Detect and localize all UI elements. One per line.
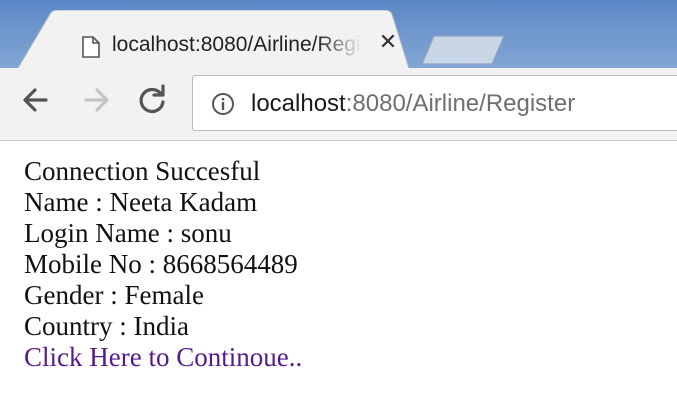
address-bar[interactable]: localhost:8080/Airline/Register [192, 75, 677, 131]
url-path: :8080/Airline/Register [345, 90, 576, 117]
country-line: Country : India [24, 311, 189, 341]
arrow-left-icon[interactable] [16, 80, 56, 120]
url-host: localhost [251, 90, 346, 117]
name-line: Name : Neeta Kadam [24, 187, 258, 217]
continue-link[interactable]: Click Here to Continoue.. [24, 342, 302, 372]
tab-strip: localhost:8080/Airline/Register ✕ [0, 0, 677, 78]
reload-icon[interactable] [132, 80, 172, 120]
browser-toolbar: localhost:8080/Airline/Register [0, 68, 677, 141]
info-icon[interactable] [211, 92, 235, 116]
connection-status: Connection Succesful [24, 156, 261, 186]
new-tab-button[interactable] [418, 34, 508, 66]
browser-window: localhost:8080/Airline/Register ✕ [0, 0, 677, 402]
gender-line: Gender : Female [24, 280, 204, 310]
close-icon[interactable]: ✕ [374, 29, 402, 57]
login-name-line: Login Name : sonu [24, 218, 232, 248]
arrow-right-icon[interactable] [76, 80, 116, 120]
url-text[interactable]: localhost:8080/Airline/Register [251, 90, 575, 118]
page-icon [82, 36, 100, 58]
mobile-line: Mobile No : 8668564489 [24, 249, 298, 279]
page-content: Connection Succesful Name : Neeta Kadam … [24, 156, 664, 373]
tab-title: localhost:8080/Airline/Register [112, 33, 362, 56]
